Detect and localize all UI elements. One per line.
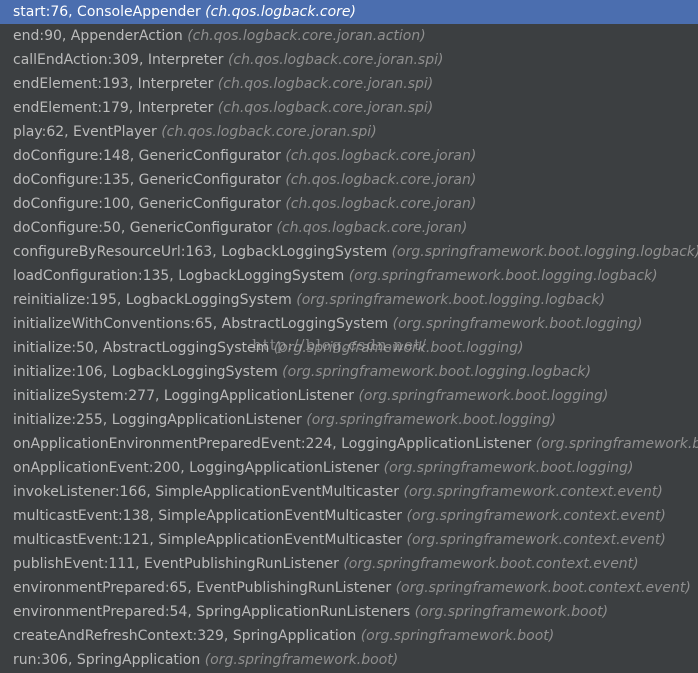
stack-frame[interactable]: multicastEvent:121, SimpleApplicationEve… [0,528,698,552]
frame-method: end:90, AppenderAction [13,28,183,44]
stack-frame[interactable]: initializeWithConventions:65, AbstractLo… [0,312,698,336]
frame-method: initialize:106, LogbackLoggingSystem [13,364,278,380]
frame-method: createAndRefreshContext:329, SpringAppli… [13,628,357,644]
frame-package: (org.springframework.boot.logging) [358,388,609,404]
stack-frame[interactable]: onApplicationEvent:200, LoggingApplicati… [0,456,698,480]
frame-method: onApplicationEvent:200, LoggingApplicati… [13,460,380,476]
frame-package: (ch.qos.logback.core.joran.spi) [217,100,434,116]
stack-frame[interactable]: doConfigure:148, GenericConfigurator (ch… [0,144,698,168]
frame-package: (ch.qos.logback.core.joran.spi) [161,124,377,140]
stack-frame[interactable]: initialize:255, LoggingApplicationListen… [0,408,698,432]
frame-package: (org.springframework.boot) [414,604,609,620]
stack-frame[interactable]: endElement:179, Interpreter (ch.qos.logb… [0,96,698,120]
stack-frame[interactable]: configureByResourceUrl:163, LogbackLoggi… [0,240,698,264]
stack-frame[interactable]: initialize:106, LogbackLoggingSystem (or… [0,360,698,384]
stack-frame[interactable]: multicastEvent:138, SimpleApplicationEve… [0,504,698,528]
frame-method: callEndAction:309, Interpreter [13,52,224,68]
stack-frame[interactable]: environmentPrepared:65, EventPublishingR… [0,576,698,600]
frame-list: start:76, ConsoleAppender (ch.qos.logbac… [0,0,698,672]
frame-package: (org.springframework.boot.logging.logbac… [391,244,698,260]
frame-package: (ch.qos.logback.core.joran.spi) [227,52,444,68]
frame-method: reinitialize:195, LogbackLoggingSystem [13,292,292,308]
frame-package: (ch.qos.logback.core.joran) [285,196,477,212]
frame-method: doConfigure:100, GenericConfigurator [13,196,281,212]
frame-method: initialize:255, LoggingApplicationListen… [13,412,302,428]
frame-method: play:62, EventPlayer [13,124,157,140]
stack-frame[interactable]: invokeListener:166, SimpleApplicationEve… [0,480,698,504]
frame-method: loadConfiguration:135, LogbackLoggingSys… [13,268,345,284]
stack-frame[interactable]: doConfigure:100, GenericConfigurator (ch… [0,192,698,216]
frame-method: multicastEvent:138, SimpleApplicationEve… [13,508,403,524]
frame-package: (org.springframework.boot.logging.logbac… [296,292,606,308]
frame-package: (ch.qos.logback.core.joran) [285,172,477,188]
frame-method: onApplicationEnvironmentPreparedEvent:22… [13,436,532,452]
frame-package: (org.springframework.boot.logging) [535,436,698,452]
frame-method: run:306, SpringApplication [13,652,201,668]
frame-package: (org.springframework.boot) [360,628,555,644]
stack-frame[interactable]: loadConfiguration:135, LogbackLoggingSys… [0,264,698,288]
stack-frame[interactable]: endElement:193, Interpreter (ch.qos.logb… [0,72,698,96]
frame-method: initializeSystem:277, LoggingApplication… [13,388,354,404]
frame-package: (org.springframework.boot.logging) [273,340,524,356]
stack-frame[interactable]: initializeSystem:277, LoggingApplication… [0,384,698,408]
stack-frame[interactable]: run:306, SpringApplication (org.springfr… [0,648,698,672]
stack-frame[interactable]: environmentPrepared:54, SpringApplicatio… [0,600,698,624]
frame-package: (org.springframework.boot.logging.logbac… [348,268,658,284]
frame-package: (ch.qos.logback.core.joran.action) [187,28,426,44]
frame-package: (org.springframework.boot.context.event) [343,556,639,572]
frame-method: doConfigure:135, GenericConfigurator [13,172,281,188]
stack-frame[interactable]: initialize:50, AbstractLoggingSystem (or… [0,336,698,360]
frame-method: environmentPrepared:54, SpringApplicatio… [13,604,411,620]
frame-package: (ch.qos.logback.core) [205,4,357,20]
frame-package: (org.springframework.boot.logging) [392,316,643,332]
frame-package: (org.springframework.boot) [204,652,399,668]
stack-frame[interactable]: createAndRefreshContext:329, SpringAppli… [0,624,698,648]
frame-method: environmentPrepared:65, EventPublishingR… [13,580,392,596]
stack-frame[interactable]: doConfigure:135, GenericConfigurator (ch… [0,168,698,192]
frame-package: (org.springframework.boot.logging) [383,460,634,476]
frame-package: (org.springframework.context.event) [403,484,663,500]
frame-method: publishEvent:111, EventPublishingRunList… [13,556,339,572]
frame-package: (org.springframework.boot.logging.logbac… [282,364,592,380]
frame-method: configureByResourceUrl:163, LogbackLoggi… [13,244,388,260]
frame-package: (ch.qos.logback.core.joran) [276,220,468,236]
frame-method: multicastEvent:121, SimpleApplicationEve… [13,532,403,548]
stack-frame[interactable]: onApplicationEnvironmentPreparedEvent:22… [0,432,698,456]
frame-method: doConfigure:50, GenericConfigurator [13,220,272,236]
frame-package: (ch.qos.logback.core.joran.spi) [217,76,434,92]
frame-method: initializeWithConventions:65, AbstractLo… [13,316,389,332]
frame-package: (ch.qos.logback.core.joran) [285,148,477,164]
frame-package: (org.springframework.context.event) [406,508,666,524]
stack-frame[interactable]: end:90, AppenderAction (ch.qos.logback.c… [0,24,698,48]
debugger-frames-list: start:76, ConsoleAppender (ch.qos.logbac… [0,0,698,673]
stack-frame[interactable]: start:76, ConsoleAppender (ch.qos.logbac… [0,0,698,24]
stack-frame[interactable]: publishEvent:111, EventPublishingRunList… [0,552,698,576]
frame-package: (org.springframework.context.event) [406,532,666,548]
frame-method: initialize:50, AbstractLoggingSystem [13,340,270,356]
stack-frame[interactable]: doConfigure:50, GenericConfigurator (ch.… [0,216,698,240]
frame-package: (org.springframework.boot.context.event) [395,580,691,596]
frame-method: endElement:179, Interpreter [13,100,214,116]
frame-package: (org.springframework.boot.logging) [306,412,557,428]
frame-method: endElement:193, Interpreter [13,76,214,92]
frame-method: invokeListener:166, SimpleApplicationEve… [13,484,400,500]
stack-frame[interactable]: reinitialize:195, LogbackLoggingSystem (… [0,288,698,312]
frame-method: doConfigure:148, GenericConfigurator [13,148,281,164]
stack-frame[interactable]: callEndAction:309, Interpreter (ch.qos.l… [0,48,698,72]
frame-method: start:76, ConsoleAppender [13,4,201,20]
stack-frame[interactable]: play:62, EventPlayer (ch.qos.logback.cor… [0,120,698,144]
